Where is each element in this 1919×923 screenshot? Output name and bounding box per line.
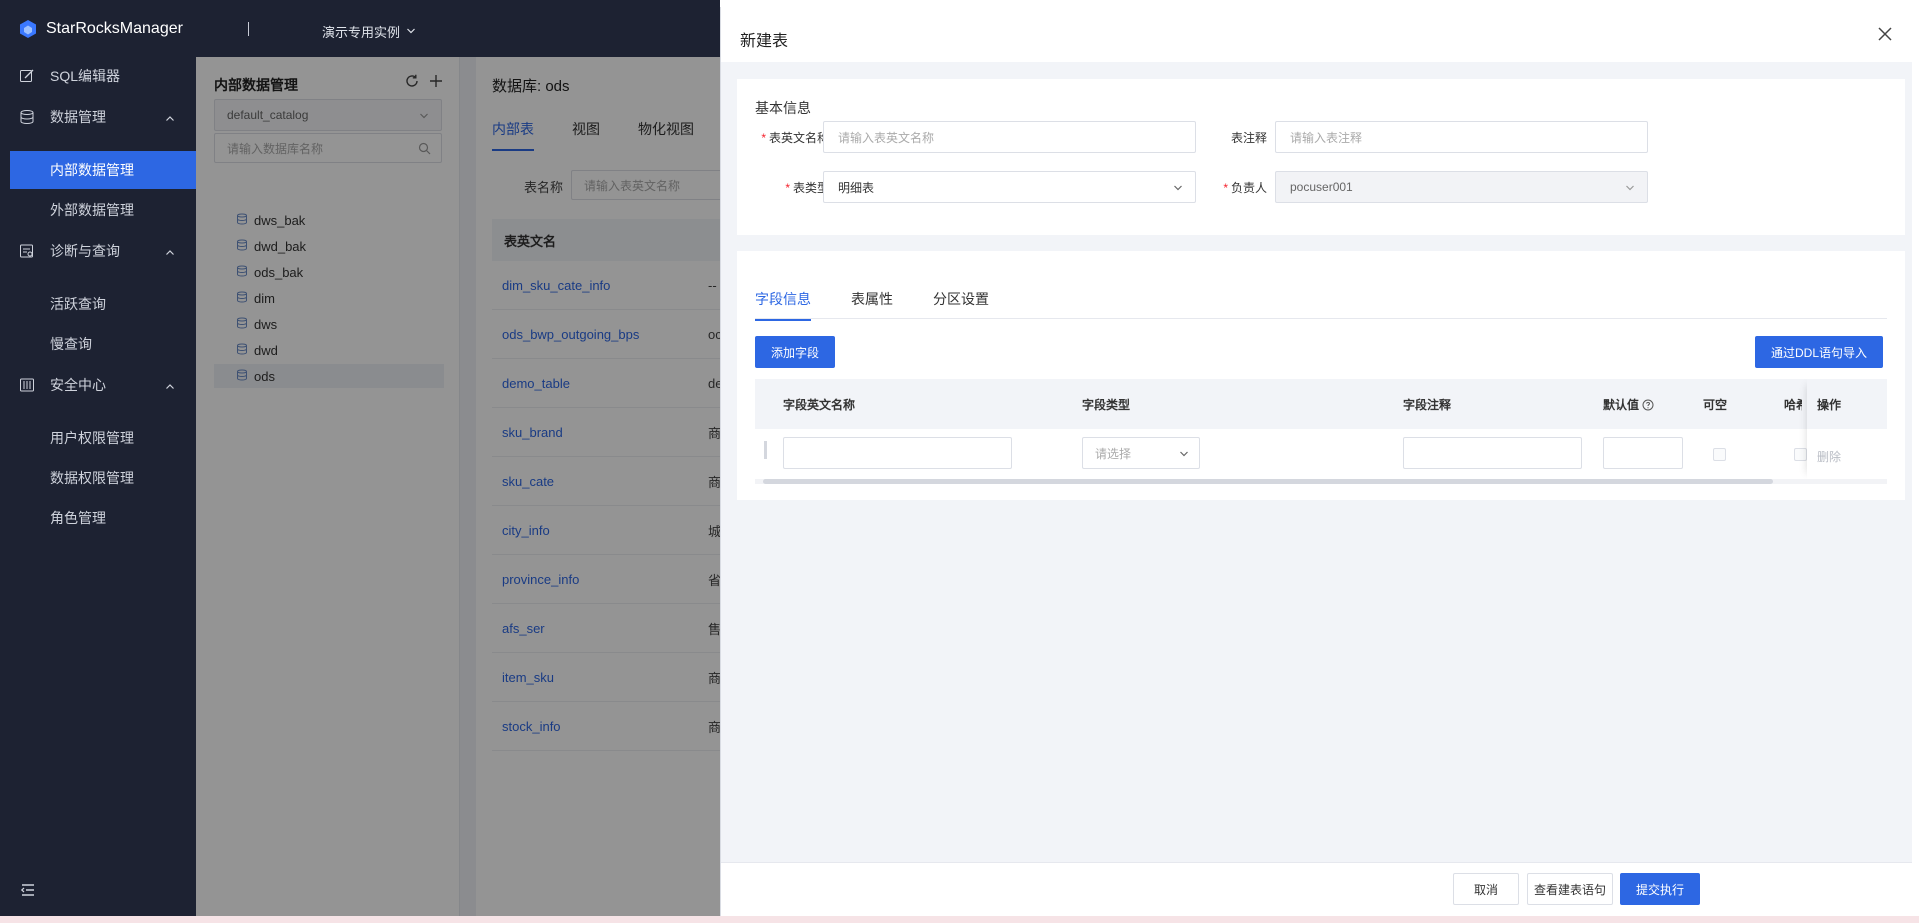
chevron-up-icon xyxy=(165,245,175,261)
field-row: 请选择 删除 xyxy=(755,429,1887,479)
tab-table-properties[interactable]: 表属性 xyxy=(851,289,893,321)
input-placeholder: 请输入表注释 xyxy=(1290,130,1363,145)
chevron-up-icon xyxy=(165,379,175,395)
table-type-select[interactable]: 明细表 xyxy=(823,171,1196,203)
sidebar-item-active-queries[interactable]: 活跃查询 xyxy=(10,285,196,323)
drawer-title: 新建表 xyxy=(740,33,789,50)
column-header: 哈希 xyxy=(1784,398,1802,412)
sidebar-item-user-permissions[interactable]: 用户权限管理 xyxy=(10,419,196,457)
column-header: 字段注释 xyxy=(1403,398,1452,412)
starrocks-logo-icon xyxy=(18,19,38,39)
ddl-import-button[interactable]: 通过DDL语句导入 xyxy=(1755,336,1883,368)
required-mark: * xyxy=(1223,181,1228,195)
sidebar-item-label: SQL编辑器 xyxy=(50,68,121,84)
database-icon xyxy=(19,109,35,125)
select-placeholder: 请选择 xyxy=(1095,446,1132,461)
sidebar-item-internal-data[interactable]: 内部数据管理 xyxy=(10,151,196,189)
modal-mask[interactable] xyxy=(196,57,720,923)
default-value-input[interactable] xyxy=(1603,437,1683,469)
sidebar-item-label: 诊断与查询 xyxy=(50,243,120,259)
section-title: 基本信息 xyxy=(755,100,811,116)
form-label: * 表英文名称 xyxy=(761,131,829,145)
field-table-header: 字段英文名称 字段类型 字段注释 默认值 可空 哈希 操作 xyxy=(755,379,1887,429)
field-type-select[interactable]: 请选择 xyxy=(1082,437,1200,469)
diagnose-icon xyxy=(19,243,35,259)
sidebar-item-external-data[interactable]: 外部数据管理 xyxy=(10,191,196,229)
sidebar: SQL编辑器 数据管理 内部数据管理 外部数据管理 诊断与查询 活跃查询 慢查询… xyxy=(0,57,196,923)
sidebar-item-label: 安全中心 xyxy=(50,377,106,393)
sidebar-item-data-management[interactable]: 数据管理 xyxy=(0,98,196,136)
scrollbar-thumb[interactable] xyxy=(763,479,1773,484)
sidebar-item-sql-editor[interactable]: SQL编辑器 xyxy=(0,57,196,95)
add-field-button[interactable]: 添加字段 xyxy=(755,336,835,368)
table-comment-input[interactable]: 请输入表注释 xyxy=(1275,121,1648,153)
sidebar-item-label: 数据管理 xyxy=(50,109,106,125)
drawer-right-edge xyxy=(1912,0,1919,923)
app-logo[interactable]: StarRocksManager xyxy=(18,19,183,39)
column-header: 默认值 xyxy=(1603,396,1654,414)
sidebar-item-slow-queries[interactable]: 慢查询 xyxy=(10,325,196,363)
field-comment-input[interactable] xyxy=(1403,437,1582,469)
select-value: 明细表 xyxy=(838,180,875,195)
cancel-button[interactable]: 取消 xyxy=(1453,873,1519,905)
sidebar-item-data-permissions[interactable]: 数据权限管理 xyxy=(10,459,196,497)
tab-field-info[interactable]: 字段信息 xyxy=(755,289,811,321)
input-placeholder: 请输入表英文名称 xyxy=(838,130,935,145)
field-name-input[interactable] xyxy=(783,437,1012,469)
edit-icon xyxy=(19,68,35,84)
chevron-down-icon xyxy=(1179,448,1189,462)
nullable-checkbox[interactable] xyxy=(1713,448,1726,461)
tab-partition-settings[interactable]: 分区设置 xyxy=(933,289,989,321)
header-divider xyxy=(248,22,249,36)
instance-name: 演示专用实例 xyxy=(322,25,401,40)
select-value: pocuser001 xyxy=(1290,180,1353,194)
chevron-down-icon xyxy=(1173,182,1183,196)
owner-select[interactable]: pocuser001 xyxy=(1275,171,1648,203)
submit-button[interactable]: 提交执行 xyxy=(1620,873,1700,905)
form-label: * 负责人 xyxy=(1223,181,1267,195)
drawer-top-edge xyxy=(720,0,1919,7)
drawer-footer: 取消 查看建表语句 提交执行 xyxy=(721,862,1913,916)
column-header: 字段英文名称 xyxy=(783,398,856,412)
horizontal-scrollbar[interactable] xyxy=(755,479,1887,484)
column-header: 字段类型 xyxy=(1082,398,1131,412)
new-table-drawer: 新建表 基本信息 * 表英文名称 请输入表英文名称 表注释 请输入表注释 * 表类型… xyxy=(720,7,1913,916)
security-icon xyxy=(19,377,35,393)
basic-info-card: 基本信息 * 表英文名称 请输入表英文名称 表注释 请输入表注释 * 表类型 明细表… xyxy=(737,79,1905,235)
bottom-edge xyxy=(0,916,1919,923)
sidebar-item-security[interactable]: 安全中心 xyxy=(0,366,196,404)
view-ddl-button[interactable]: 查看建表语句 xyxy=(1527,873,1613,905)
help-icon[interactable] xyxy=(1642,399,1654,414)
fixed-column-shadow xyxy=(1807,379,1887,479)
chevron-up-icon xyxy=(165,111,175,127)
table-name-input[interactable]: 请输入表英文名称 xyxy=(823,121,1196,153)
drawer-header: 新建表 xyxy=(721,7,1913,62)
config-tabs: 字段信息 表属性 分区设置 xyxy=(755,289,989,321)
chevron-down-icon xyxy=(406,24,416,39)
drag-handle[interactable] xyxy=(764,441,767,459)
sidebar-item-diagnose[interactable]: 诊断与查询 xyxy=(0,232,196,270)
column-header: 可空 xyxy=(1703,398,1728,412)
chevron-down-icon xyxy=(1625,182,1635,196)
close-icon[interactable] xyxy=(1878,27,1892,44)
sidebar-item-roles[interactable]: 角色管理 xyxy=(10,499,196,537)
form-label: * 表类型 xyxy=(785,181,829,195)
app-name: StarRocksManager xyxy=(46,20,183,37)
field-config-card: 字段信息 表属性 分区设置 添加字段 通过DDL语句导入 字段英文名称 字段类型… xyxy=(737,251,1905,500)
instance-selector[interactable]: 演示专用实例 xyxy=(322,22,416,41)
form-label: 表注释 xyxy=(1230,131,1267,145)
field-table: 字段英文名称 字段类型 字段注释 默认值 可空 哈希 操作 请选择 删除 xyxy=(755,379,1887,484)
tabs-divider xyxy=(755,318,1887,319)
required-mark: * xyxy=(785,181,790,195)
required-mark: * xyxy=(761,131,766,145)
hash-checkbox[interactable] xyxy=(1794,448,1807,461)
collapse-menu-icon[interactable] xyxy=(20,882,36,901)
